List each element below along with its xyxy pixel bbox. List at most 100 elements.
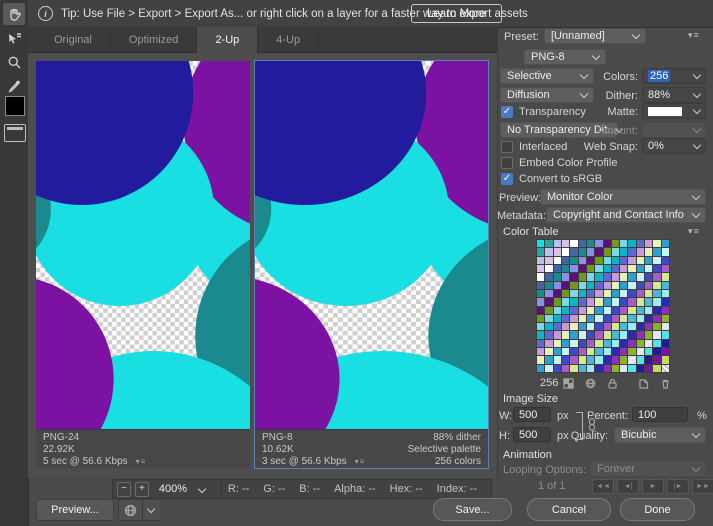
color-swatch[interactable] [537, 264, 545, 273]
color-swatch[interactable] [636, 289, 645, 298]
color-swatch[interactable] [561, 248, 570, 256]
color-swatch[interactable] [653, 298, 661, 306]
color-swatch[interactable] [561, 240, 570, 248]
color-swatch[interactable] [586, 314, 595, 323]
color-swatch[interactable] [620, 314, 628, 323]
color-swatch[interactable] [578, 331, 586, 339]
color-swatch[interactable] [537, 298, 545, 306]
color-swatch[interactable] [661, 256, 669, 264]
color-swatch[interactable] [578, 348, 586, 356]
color-swatch[interactable] [595, 339, 603, 348]
color-swatch[interactable] [545, 348, 553, 356]
color-swatch[interactable] [586, 273, 595, 281]
color-swatch[interactable] [645, 331, 653, 339]
color-swatch[interactable] [653, 331, 661, 339]
color-swatch[interactable] [653, 323, 661, 331]
color-swatch[interactable] [628, 256, 636, 264]
color-swatch[interactable] [553, 248, 561, 256]
color-swatch[interactable] [628, 306, 636, 314]
color-swatch[interactable] [545, 339, 553, 348]
color-swatch[interactable] [553, 323, 561, 331]
color-swatch[interactable] [570, 348, 578, 356]
color-swatch[interactable] [603, 240, 611, 248]
color-swatch[interactable] [570, 240, 578, 248]
color-swatch[interactable] [595, 364, 603, 372]
color-swatch[interactable] [645, 240, 653, 248]
preview-pane-original[interactable]: PNG-24 22.92K 5 sec @ 56.6 Kbps ▾≡ [36, 61, 250, 468]
color-swatch[interactable] [586, 264, 595, 273]
color-swatch[interactable] [578, 273, 586, 281]
color-swatch[interactable] [578, 248, 586, 256]
save-button[interactable]: Save... [433, 498, 512, 521]
color-swatch[interactable] [661, 339, 669, 348]
height-field[interactable]: 500 [513, 427, 551, 442]
color-swatch[interactable] [628, 273, 636, 281]
color-swatch[interactable] [595, 256, 603, 264]
info-menu-icon[interactable]: ▾≡ [136, 457, 147, 466]
chevron-down-icon[interactable] [197, 484, 207, 494]
color-swatch[interactable] [645, 323, 653, 331]
map-transparency-icon[interactable] [561, 377, 575, 390]
color-swatch[interactable] [537, 339, 545, 348]
color-swatch[interactable] [570, 264, 578, 273]
color-swatch[interactable] [620, 256, 628, 264]
color-swatch[interactable] [636, 256, 645, 264]
new-color-icon[interactable] [636, 377, 650, 390]
color-swatch[interactable] [586, 298, 595, 306]
color-swatch[interactable] [603, 248, 611, 256]
color-swatch[interactable] [653, 314, 661, 323]
color-swatch[interactable] [636, 240, 645, 248]
color-swatch[interactable] [537, 348, 545, 356]
color-swatch[interactable] [553, 256, 561, 264]
color-swatch[interactable] [603, 289, 611, 298]
color-swatch[interactable] [653, 348, 661, 356]
color-swatch[interactable] [661, 264, 669, 273]
color-swatch[interactable] [628, 323, 636, 331]
color-swatch[interactable] [628, 314, 636, 323]
color-swatch[interactable] [561, 348, 570, 356]
color-swatch[interactable] [553, 281, 561, 289]
color-swatch[interactable] [628, 356, 636, 364]
convert-srgb-checkbox[interactable]: ✓ [501, 173, 513, 185]
color-swatch[interactable] [537, 356, 545, 364]
color-swatch[interactable] [570, 273, 578, 281]
color-swatch[interactable] [628, 298, 636, 306]
color-swatch[interactable] [586, 256, 595, 264]
color-swatch[interactable] [537, 273, 545, 281]
color-swatch[interactable] [595, 323, 603, 331]
color-swatch[interactable] [545, 356, 553, 364]
color-swatch[interactable] [603, 339, 611, 348]
color-swatch[interactable] [595, 306, 603, 314]
color-swatch[interactable] [561, 323, 570, 331]
color-swatch[interactable] [537, 240, 545, 248]
done-button[interactable]: Done [620, 498, 695, 521]
color-swatch[interactable] [545, 364, 553, 372]
color-swatch[interactable] [586, 348, 595, 356]
color-swatch[interactable] [561, 356, 570, 364]
color-swatch[interactable] [645, 314, 653, 323]
color-swatch[interactable] [537, 314, 545, 323]
color-swatch[interactable] [653, 356, 661, 364]
color-swatch[interactable] [620, 248, 628, 256]
cancel-button[interactable]: Cancel [527, 498, 611, 521]
color-reduction-dropdown[interactable]: Selective [500, 68, 594, 84]
color-swatch[interactable] [653, 256, 661, 264]
color-swatch[interactable] [603, 281, 611, 289]
color-swatch[interactable] [611, 348, 620, 356]
color-swatch[interactable] [620, 298, 628, 306]
color-swatch[interactable] [636, 298, 645, 306]
transparency-checkbox[interactable]: ✓ [501, 106, 513, 118]
color-swatch[interactable] [611, 256, 620, 264]
hand-tool[interactable] [3, 3, 25, 25]
color-table-panel-menu[interactable]: ▾≡ [688, 226, 700, 237]
color-swatch[interactable] [537, 331, 545, 339]
color-swatch[interactable] [636, 339, 645, 348]
eyedropper-tool[interactable] [3, 75, 25, 97]
color-swatch[interactable] [603, 323, 611, 331]
color-swatch[interactable] [578, 264, 586, 273]
color-swatch[interactable] [645, 339, 653, 348]
color-swatch[interactable] [611, 240, 620, 248]
last-frame-button[interactable]: ►► [692, 479, 713, 494]
color-swatch[interactable] [537, 289, 545, 298]
dither-method-dropdown[interactable]: Diffusion [500, 87, 594, 103]
